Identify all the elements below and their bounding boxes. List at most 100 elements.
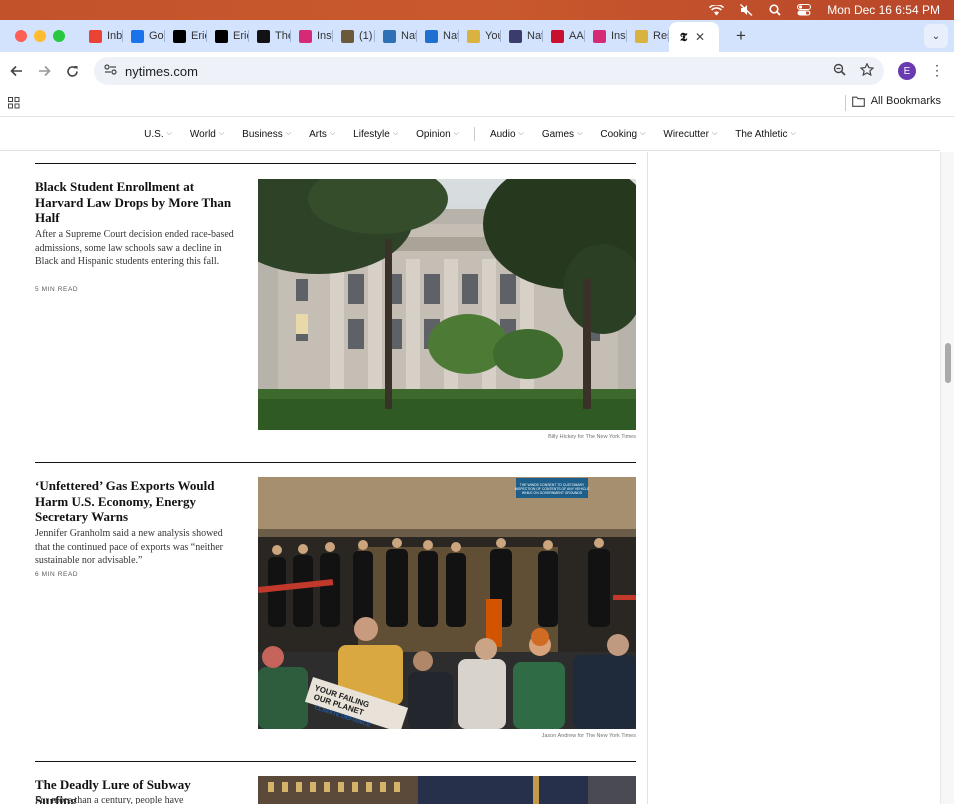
- right-rail-divider: [647, 152, 648, 804]
- nyt-icon: 𝕿: [677, 30, 690, 44]
- browser-tab[interactable]: Eric: [207, 23, 249, 49]
- browser-tab[interactable]: Goo: [123, 23, 165, 49]
- article-headline[interactable]: ‘Unfettered’ Gas Exports Would Harm U.S.…: [35, 478, 235, 525]
- zoom-icon[interactable]: [833, 63, 846, 81]
- chevron-down-icon: ⌵: [453, 130, 459, 137]
- window-controls: [0, 30, 81, 42]
- browser-tab[interactable]: Nat: [417, 23, 459, 49]
- tab-label: The: [275, 30, 291, 42]
- chevron-down-icon: ⌵: [166, 130, 172, 137]
- article-feed: Black Student Enrollment at Harvard Law …: [0, 152, 940, 804]
- browser-tab[interactable]: The: [249, 23, 291, 49]
- close-window-button[interactable]: [15, 30, 27, 42]
- forward-button[interactable]: [30, 57, 58, 85]
- close-tab-icon[interactable]: ✕: [695, 30, 705, 44]
- nyt-nav-divider: [473, 127, 475, 141]
- nyt-nav-label: Business: [242, 128, 283, 140]
- fullscreen-window-button[interactable]: [53, 30, 65, 42]
- chevron-down-icon: ⌵: [392, 130, 399, 137]
- nyt-nav-item[interactable]: Lifestyle ⌵: [344, 129, 407, 140]
- all-bookmarks-label: All Bookmarks: [870, 95, 941, 107]
- wifi-icon[interactable]: [709, 4, 725, 16]
- nyt-icon: [257, 29, 270, 43]
- article-photo-harvard-law[interactable]: [258, 179, 636, 430]
- more-menu-icon[interactable]: ⋮: [930, 63, 944, 77]
- apps-grid-icon[interactable]: [8, 96, 20, 114]
- article-summary[interactable]: Jennifer Granholm said a new analysis sh…: [35, 527, 235, 568]
- nyt-nav-item[interactable]: Business ⌵: [233, 129, 300, 140]
- chevron-down-icon: ⌵: [285, 130, 292, 137]
- minimize-window-button[interactable]: [34, 30, 46, 42]
- sun-icon: [467, 29, 480, 43]
- calendar-icon: [131, 29, 144, 43]
- browser-tab[interactable]: Nat: [375, 23, 417, 49]
- article-photo-climate-protest[interactable]: THE WINDS CONSENT TO CUSTOMARY INSPECTION…: [258, 477, 636, 729]
- nyt-section-nav: U.S. ⌵ World ⌵ Business ⌵ Arts ⌵ Lifestyle ⌵ Opini…: [0, 118, 940, 151]
- article-photo-subway[interactable]: [258, 776, 636, 804]
- nyt-nav-item[interactable]: Arts ⌵: [300, 129, 344, 140]
- omnibox-actions: [833, 62, 875, 81]
- nyt-nav-label: Opinion: [416, 128, 451, 140]
- browser-tab[interactable]: Res: [627, 23, 669, 49]
- menubar-datetime[interactable]: Mon Dec 16 6:54 PM: [827, 3, 940, 17]
- nyt-nav-item[interactable]: Games ⌵: [533, 129, 592, 140]
- nyt-nav-label: Lifestyle: [353, 128, 390, 140]
- site-info-icon[interactable]: [104, 62, 117, 80]
- browser-tab[interactable]: Inb: [81, 23, 123, 49]
- x-icon: [173, 29, 186, 43]
- photo-credit: Billy Hickey for The New York Times: [548, 434, 636, 440]
- scrollbar-thumb[interactable]: [945, 343, 951, 383]
- profile-avatar[interactable]: E: [898, 62, 916, 80]
- photo-credit: Jason Andrew for The New York Times: [541, 733, 636, 739]
- new-tab-button[interactable]: +: [727, 26, 755, 46]
- tab-active-nytimes[interactable]: 𝕿 ✕: [669, 22, 719, 52]
- nyt-nav-label: World: [189, 128, 216, 140]
- browser-tab[interactable]: Eric: [165, 23, 207, 49]
- bag-icon: [341, 29, 354, 43]
- nyt-nav-label: Audio: [489, 128, 516, 140]
- nyt-nav-item[interactable]: Wirecutter ⌵: [654, 129, 726, 140]
- sound-muted-icon[interactable]: [740, 4, 753, 16]
- nyt-nav-label: U.S.: [144, 128, 164, 140]
- flag-icon: [509, 29, 522, 43]
- nyt-nav-item[interactable]: The Athletic ⌵: [726, 129, 805, 140]
- browser-tab[interactable]: AAI: [543, 23, 585, 49]
- all-bookmarks-button[interactable]: All Bookmarks: [851, 95, 941, 107]
- back-button[interactable]: [2, 57, 30, 85]
- browser-tab[interactable]: You: [459, 23, 501, 49]
- spotlight-search-icon[interactable]: [769, 4, 781, 16]
- tab-label: Inst: [317, 30, 333, 42]
- article-summary[interactable]: For more than a century, people have: [35, 794, 235, 804]
- nyt-nav-item[interactable]: Cooking ⌵: [591, 129, 654, 140]
- nyt-nav-item[interactable]: Opinion ⌵: [407, 129, 468, 140]
- nyt-nav-item[interactable]: World ⌵: [181, 129, 233, 140]
- url-text[interactable]: nytimes.com: [125, 64, 198, 79]
- chevron-down-icon: ⌵: [218, 130, 225, 137]
- tab-search-button[interactable]: ⌄: [924, 24, 948, 48]
- chevron-down-icon: ⌵: [329, 130, 336, 137]
- browser-tab[interactable]: Inst: [291, 23, 333, 49]
- browser-tab[interactable]: Inst: [585, 23, 627, 49]
- chevron-down-icon: ⌵: [711, 130, 718, 137]
- bookmark-star-icon[interactable]: [859, 62, 875, 81]
- sign-text: THE WINDS CONSENT TO CUSTOMARY INSPECTION…: [515, 483, 590, 495]
- tab-label: (1): [359, 30, 373, 42]
- tab-label: Inb: [107, 30, 123, 42]
- browser-tab[interactable]: (1): [333, 23, 375, 49]
- nyt-nav-item[interactable]: Audio ⌵: [481, 129, 533, 140]
- reload-button[interactable]: [58, 57, 86, 85]
- control-center-icon[interactable]: [797, 4, 812, 16]
- article-headline[interactable]: Black Student Enrollment at Harvard Law …: [35, 179, 235, 226]
- browser-toolbar: nytimes.com: [0, 52, 954, 90]
- tab-label: Nat: [443, 30, 459, 42]
- article-summary[interactable]: After a Supreme Court decision ended rac…: [35, 228, 235, 269]
- address-bar[interactable]: nytimes.com: [94, 57, 884, 85]
- story-divider: [35, 163, 636, 164]
- tab-label: Eric: [233, 30, 249, 42]
- article-read-time: 6 MIN READ: [35, 571, 79, 578]
- browser-tab[interactable]: Nat: [501, 23, 543, 49]
- tab-label: AAI: [569, 30, 585, 42]
- story-divider: [35, 462, 636, 463]
- page-scrollbar[interactable]: [940, 152, 954, 804]
- nyt-nav-item[interactable]: U.S. ⌵: [135, 129, 181, 140]
